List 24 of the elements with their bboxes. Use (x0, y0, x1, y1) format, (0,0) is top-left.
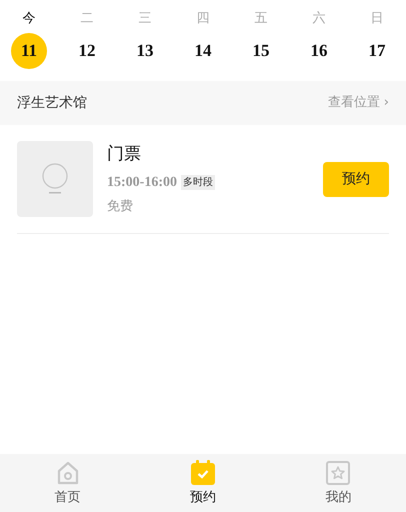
weekday-label: 四 (196, 10, 210, 28)
date-button[interactable]: 11 (11, 33, 47, 69)
date-button[interactable]: 12 (69, 33, 105, 69)
date-button[interactable]: 14 (185, 33, 221, 69)
date-button[interactable]: 16 (301, 33, 337, 69)
multi-slot-tag: 多时段 (181, 174, 215, 190)
ticket-price: 免费 (107, 198, 134, 216)
date-button[interactable]: 15 (243, 33, 279, 69)
tab-bar-item[interactable]: 预约 (135, 454, 271, 512)
date-button[interactable]: 13 (127, 33, 163, 69)
date-button[interactable]: 17 (359, 33, 395, 69)
time-range: 15:00-16:00 (107, 174, 177, 192)
weekday-label: 二 (80, 10, 94, 28)
weekday-label: 三 (138, 10, 152, 28)
weekday-label: 五 (254, 10, 268, 28)
weekday-label: 日 (370, 10, 384, 28)
calendar-check-icon (190, 460, 216, 486)
venue-name: 浮生艺术馆 (17, 94, 87, 112)
ticket-title: 门票 (107, 143, 142, 166)
tab-bar-item[interactable]: 我的 (270, 454, 406, 512)
weekday-label: 六 (312, 10, 326, 28)
reserve-button[interactable]: 预约 (323, 162, 389, 196)
tab-bar-item[interactable]: 首页 (0, 454, 136, 512)
weekday-label: 今 (22, 10, 36, 28)
